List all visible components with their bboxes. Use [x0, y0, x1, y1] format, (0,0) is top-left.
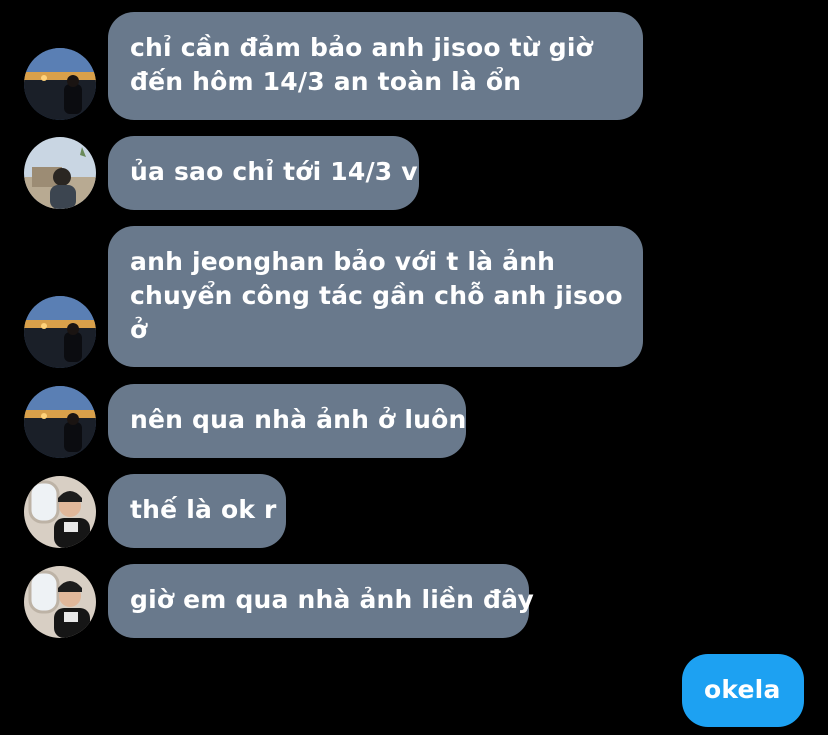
message-bubble[interactable]: chỉ cần đảm bảo anh jisoo từ giờ đến hôm…: [108, 12, 643, 120]
message-text-line: giờ em qua nhà ảnh liền đây: [130, 585, 534, 614]
sender-avatar-outdoor[interactable]: [24, 137, 96, 209]
message-text-line: ở: [130, 315, 148, 344]
message-text-line: chuyển công tác gần chỗ anh jisoo: [130, 281, 623, 310]
message-bubble[interactable]: ủa sao chỉ tới 14/3 v: [108, 136, 419, 210]
message-text-line: ủa sao chỉ tới 14/3 v: [130, 157, 418, 186]
airplane-window-selfie-icon: [24, 566, 96, 638]
sender-avatar-night-city[interactable]: [24, 48, 96, 120]
sender-avatar-night-city[interactable]: [24, 296, 96, 368]
message-text-line: đến hôm 14/3 an toàn là ổn: [130, 67, 522, 96]
message-bubble[interactable]: thế là ok r: [108, 474, 286, 548]
message-text-line: nên qua nhà ảnh ở luôn: [130, 405, 467, 434]
airplane-window-selfie-icon: [24, 476, 96, 548]
message-text-line: anh jeonghan bảo với t là ảnh: [130, 247, 556, 276]
message-bubble[interactable]: giờ em qua nhà ảnh liền đây: [108, 564, 534, 638]
message-text-line: chỉ cần đảm bảo anh jisoo từ giờ: [130, 33, 593, 62]
night-city-photo-icon: [24, 48, 96, 120]
night-city-photo-icon: [24, 296, 96, 368]
outdoor-portrait-photo-icon: [24, 137, 96, 209]
sender-avatar-airplane[interactable]: [24, 476, 96, 548]
message-text-line: okela: [704, 675, 781, 704]
sender-avatar-airplane[interactable]: [24, 566, 96, 638]
outgoing-message-bubble[interactable]: okela: [682, 654, 804, 727]
sender-avatar-night-city[interactable]: [24, 386, 96, 458]
message-text-line: thế là ok r: [130, 495, 277, 524]
night-city-photo-icon: [24, 386, 96, 458]
message-bubble[interactable]: nên qua nhà ảnh ở luôn: [108, 384, 466, 458]
message-bubble[interactable]: anh jeonghan bảo với t là ảnh chuyển côn…: [108, 226, 643, 367]
